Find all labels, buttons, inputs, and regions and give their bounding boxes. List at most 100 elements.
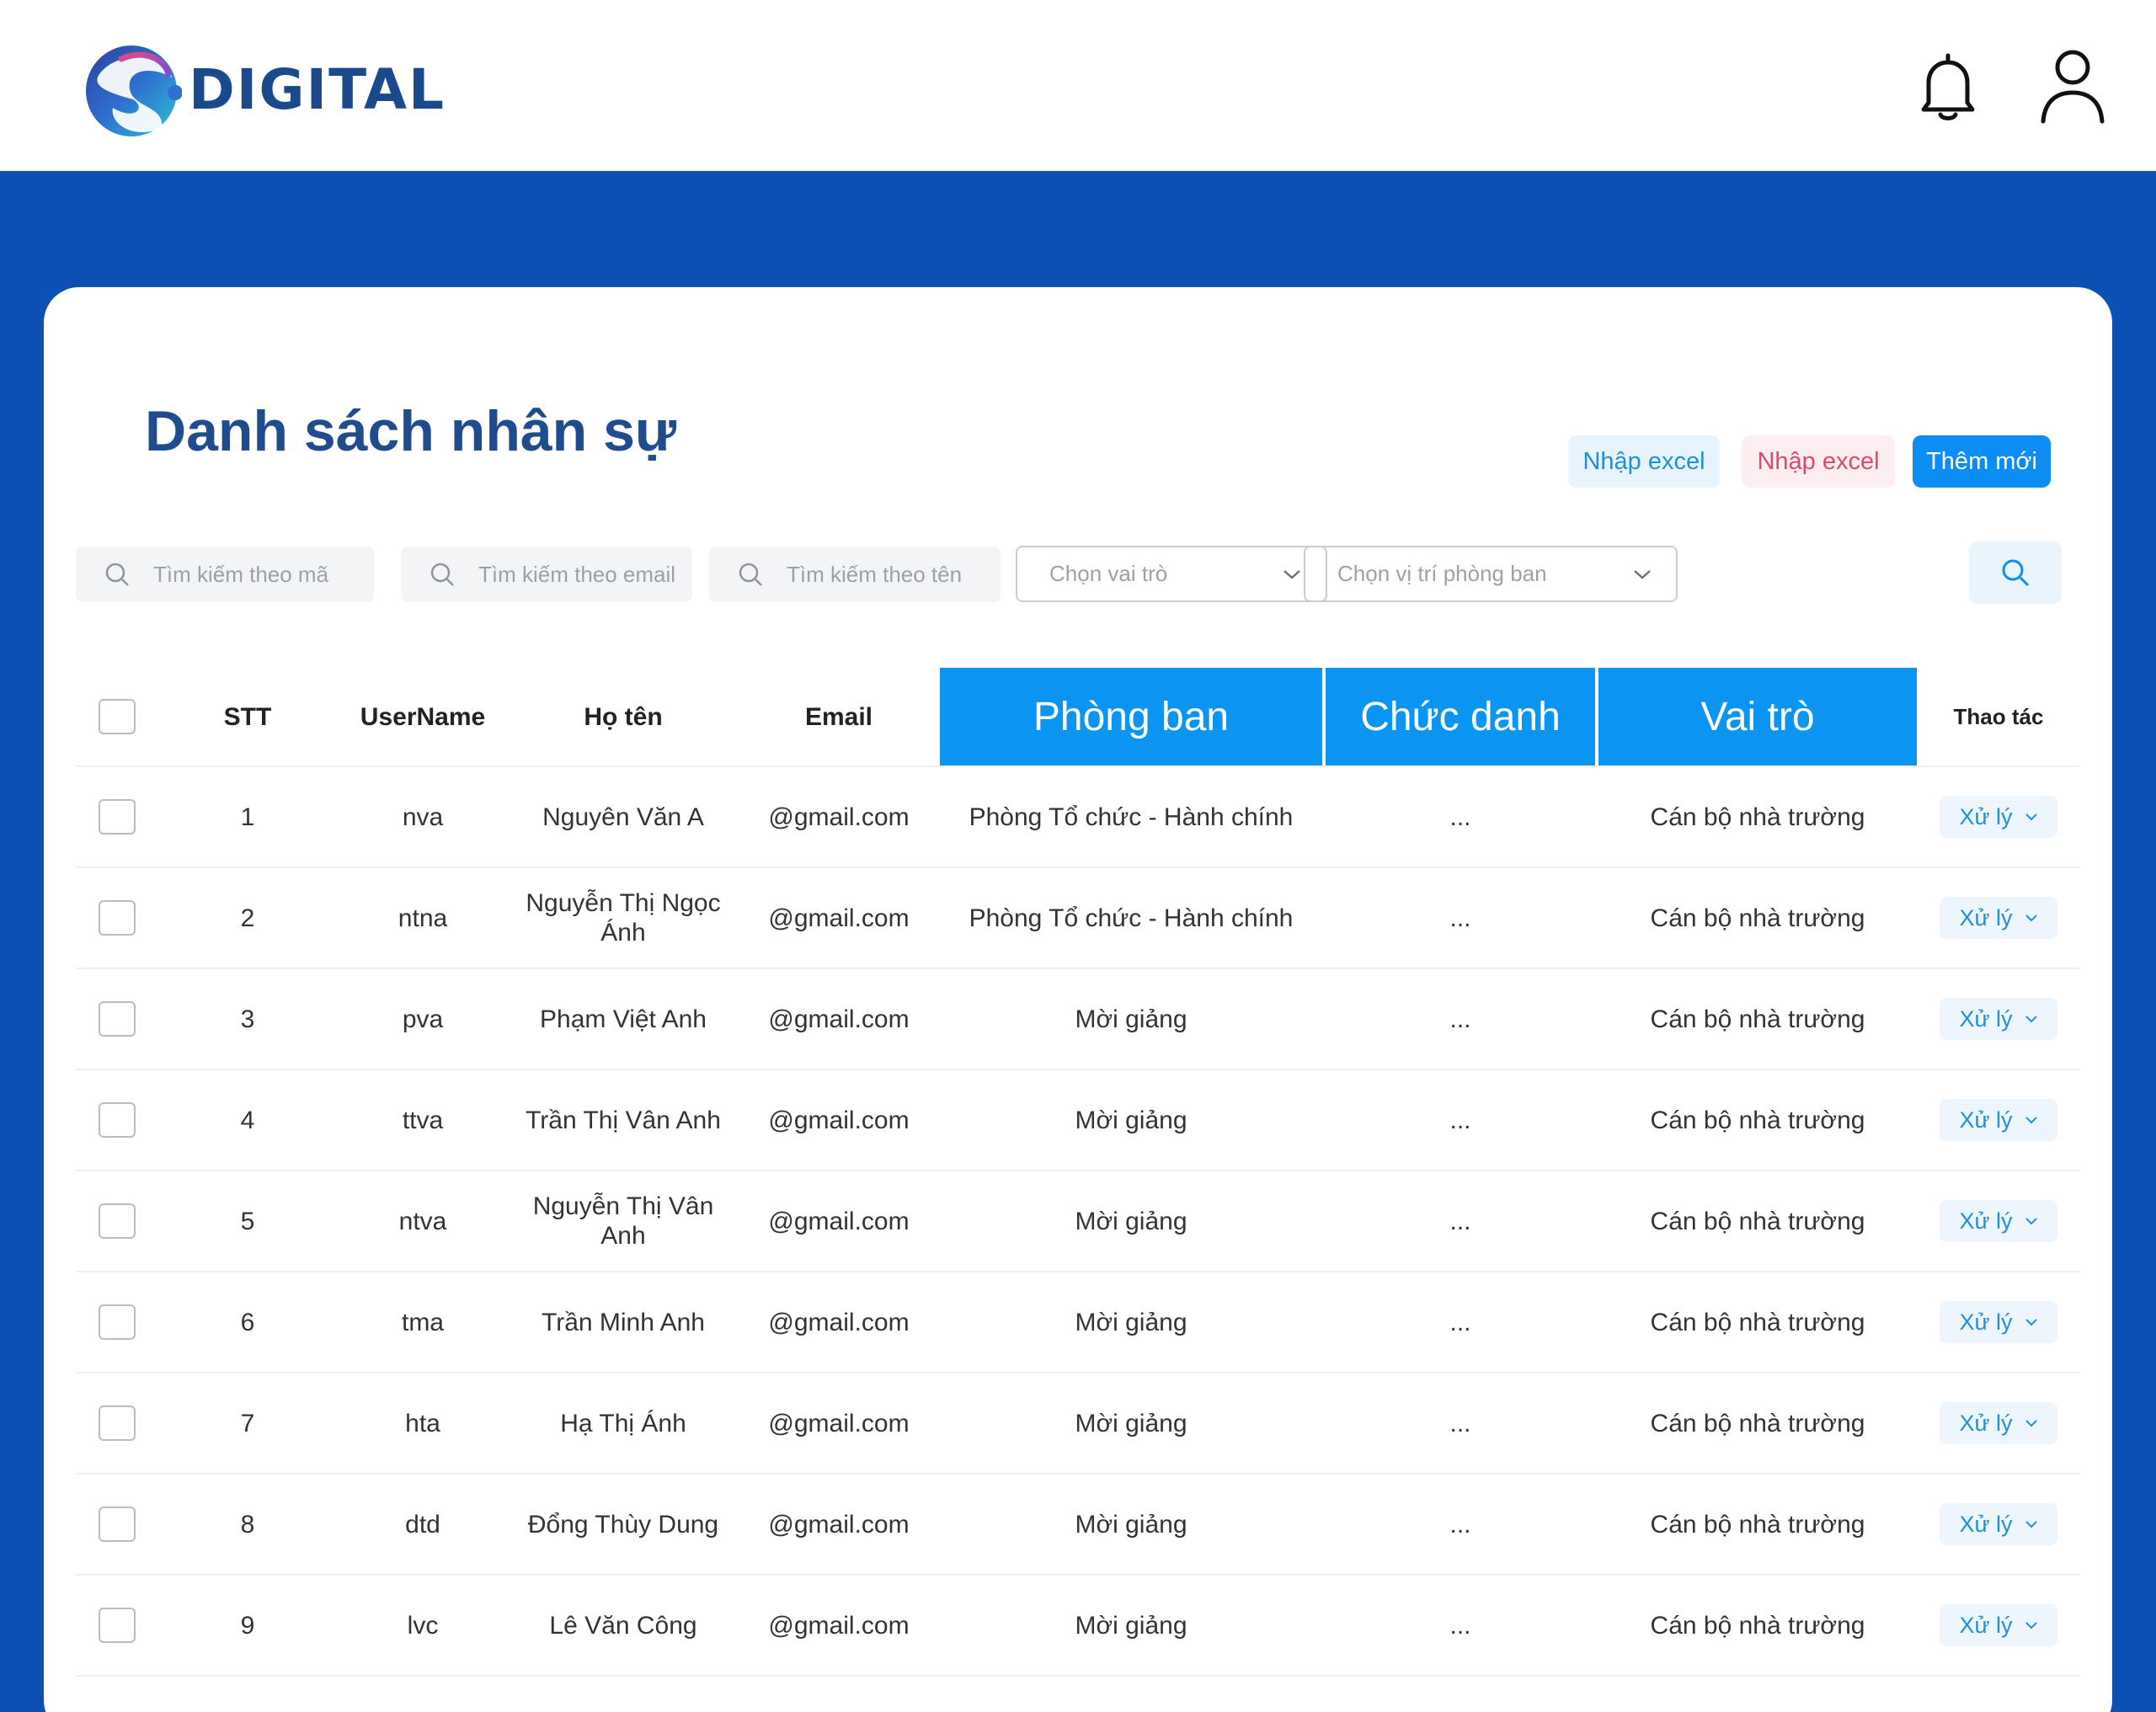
- row-action-dropdown[interactable]: Xử lý: [1940, 796, 2057, 838]
- cell-email: @gmail.com: [768, 803, 910, 831]
- row-checkbox[interactable]: [99, 1507, 136, 1542]
- cell-stt: 2: [240, 904, 255, 932]
- cell-position: ...: [1449, 803, 1471, 831]
- row-action-cell: Xử lý: [1917, 1475, 2080, 1574]
- row-action-dropdown[interactable]: Xử lý: [1940, 1099, 2057, 1141]
- row-action-dropdown[interactable]: Xử lý: [1940, 998, 2057, 1040]
- column-header-fullname[interactable]: Họ tên: [509, 668, 738, 765]
- table-row[interactable]: 6 tma Trần Minh Anh @gmail.com Mời giảng... C…: [76, 1272, 2080, 1373]
- department-select[interactable]: Chọn vị trí phòng ban: [1304, 546, 1678, 602]
- cell-department: Phòng Tổ chức - Hành chính: [969, 803, 1294, 831]
- search-by-code-input[interactable]: Tìm kiếm theo mã: [76, 547, 374, 602]
- cell-role: Cán bộ nhà trường: [1650, 1207, 1865, 1235]
- row-select-cell: [76, 1576, 158, 1675]
- row-select-cell: [76, 1171, 158, 1271]
- cell-username: ntna: [398, 904, 448, 932]
- table-row[interactable]: 4 ttva Trần Thị Vân Anh @gmail.com Mời giảng…: [76, 1070, 2080, 1171]
- cell-department: Mời giảng: [1075, 1611, 1187, 1640]
- row-action-dropdown[interactable]: Xử lý: [1940, 1301, 2057, 1343]
- row-action-dropdown[interactable]: Xử lý: [1940, 1402, 2057, 1444]
- search-button[interactable]: [1969, 541, 2062, 604]
- staff-table: STT UserName Họ tên Email Phòng ban Chức…: [76, 668, 2080, 1677]
- row-checkbox[interactable]: [99, 1405, 136, 1441]
- chevron-down-icon: [2025, 1319, 2037, 1326]
- column-header-position[interactable]: Chức danh: [1326, 668, 1595, 765]
- row-action-cell: Xử lý: [1917, 1576, 2080, 1675]
- row-checkbox[interactable]: [99, 1304, 136, 1340]
- row-select-cell: [76, 969, 158, 1069]
- table-row[interactable]: 1 nva Nguyên Văn A @gmail.com Phòng Tổ chức …: [76, 767, 2080, 868]
- cell-role: Cán bộ nhà trường: [1650, 1510, 1865, 1539]
- row-action-label: Xử lý: [1959, 803, 2013, 829]
- row-action-cell: Xử lý: [1917, 1070, 2080, 1170]
- cell-fullname: Hạ Thị Ánh: [560, 1409, 686, 1437]
- row-checkbox[interactable]: [99, 1203, 136, 1239]
- cell-fullname: Phạm Việt Anh: [540, 1005, 707, 1033]
- cell-username: lvc: [407, 1611, 439, 1640]
- table-row[interactable]: 2 ntna Nguyễn Thị Ngọc Ánh @gmail.com Phòng …: [76, 868, 2080, 969]
- role-select[interactable]: Chọn vai trò: [1016, 546, 1327, 602]
- table-row[interactable]: 7 hta Hạ Thị Ánh @gmail.com Mời giảng... Cán …: [76, 1373, 2080, 1475]
- row-action-dropdown[interactable]: Xử lý: [1940, 1200, 2057, 1242]
- search-by-name-input[interactable]: Tìm kiếm theo tên: [709, 547, 1001, 602]
- cell-department: Mời giảng: [1075, 1106, 1187, 1134]
- user-icon[interactable]: [2036, 47, 2109, 125]
- column-header-username[interactable]: UserName: [337, 668, 509, 765]
- table-row[interactable]: 5 ntva Nguyễn Thị Vân Anh @gmail.com Mời giả…: [76, 1171, 2080, 1272]
- bell-icon[interactable]: [1912, 47, 1984, 125]
- column-header-stt[interactable]: STT: [158, 668, 337, 765]
- cell-username: hta: [405, 1409, 440, 1437]
- role-select-placeholder: Chọn vai trò: [1049, 561, 1168, 586]
- row-checkbox[interactable]: [99, 1001, 136, 1037]
- cell-role: Cán bộ nhà trường: [1650, 1005, 1865, 1033]
- search-by-name-placeholder: Tìm kiếm theo tên: [787, 561, 963, 587]
- row-checkbox[interactable]: [99, 1102, 136, 1138]
- table-row[interactable]: 8 dtd Đổng Thùy Dung @gmail.com Mời giảng...…: [76, 1475, 2080, 1576]
- column-header-department[interactable]: Phòng ban: [940, 668, 1322, 765]
- row-checkbox[interactable]: [99, 799, 136, 835]
- cell-email: @gmail.com: [768, 1207, 910, 1235]
- row-action-cell: Xử lý: [1917, 868, 2080, 968]
- row-checkbox[interactable]: [99, 900, 136, 936]
- import-excel-button-alt[interactable]: Nhập excel: [1742, 435, 1895, 488]
- cell-email: @gmail.com: [768, 904, 910, 932]
- cell-position: ...: [1449, 1611, 1471, 1640]
- search-by-email-input[interactable]: Tìm kiếm theo email: [401, 547, 692, 602]
- row-action-label: Xử lý: [1959, 1107, 2013, 1133]
- cell-stt: 3: [240, 1005, 255, 1033]
- row-action-label: Xử lý: [1959, 1208, 2013, 1234]
- chevron-down-icon: [2025, 813, 2037, 821]
- row-action-label: Xử lý: [1959, 1005, 2013, 1032]
- search-icon: [739, 563, 762, 586]
- row-select-cell: [76, 767, 158, 867]
- row-action-dropdown[interactable]: Xử lý: [1940, 897, 2057, 939]
- cell-role: Cán bộ nhà trường: [1650, 1308, 1865, 1336]
- column-header-actions: Thao tác: [1953, 703, 2044, 729]
- row-select-cell: [76, 868, 158, 968]
- search-icon: [2002, 559, 2030, 587]
- table-row[interactable]: 3 pva Phạm Việt Anh @gmail.com Mời giảng... C…: [76, 969, 2080, 1070]
- column-header-email[interactable]: Email: [738, 668, 940, 765]
- cell-email: @gmail.com: [768, 1409, 910, 1437]
- cell-role: Cán bộ nhà trường: [1650, 803, 1865, 831]
- cell-username: tma: [401, 1308, 444, 1336]
- import-excel-button[interactable]: Nhập excel: [1568, 435, 1720, 488]
- brand-logo[interactable]: DIGITAL: [84, 40, 446, 138]
- table-row[interactable]: 9 lvc Lê Văn Công @gmail.com Mời giảng... Cán…: [76, 1576, 2080, 1677]
- row-action-dropdown[interactable]: Xử lý: [1940, 1604, 2057, 1646]
- chevron-down-icon: [2025, 1420, 2037, 1427]
- row-checkbox[interactable]: [99, 1608, 136, 1643]
- cell-fullname: Nguyễn Thị Vân Anh: [532, 1192, 714, 1250]
- row-action-dropdown[interactable]: Xử lý: [1940, 1503, 2057, 1545]
- cell-stt: 5: [240, 1207, 255, 1235]
- cell-username: ttva: [402, 1106, 444, 1134]
- add-new-button[interactable]: Thêm mới: [1913, 435, 2051, 488]
- cell-position: ...: [1449, 1005, 1471, 1033]
- logo-mark-icon: [86, 45, 182, 136]
- select-all-checkbox[interactable]: [99, 699, 136, 734]
- column-header-role[interactable]: Vai trò: [1598, 668, 1917, 765]
- cell-role: Cán bộ nhà trường: [1650, 1409, 1865, 1437]
- chevron-down-icon: [2025, 1218, 2037, 1225]
- select-all-cell: [76, 668, 158, 765]
- cell-position: ...: [1449, 1207, 1471, 1235]
